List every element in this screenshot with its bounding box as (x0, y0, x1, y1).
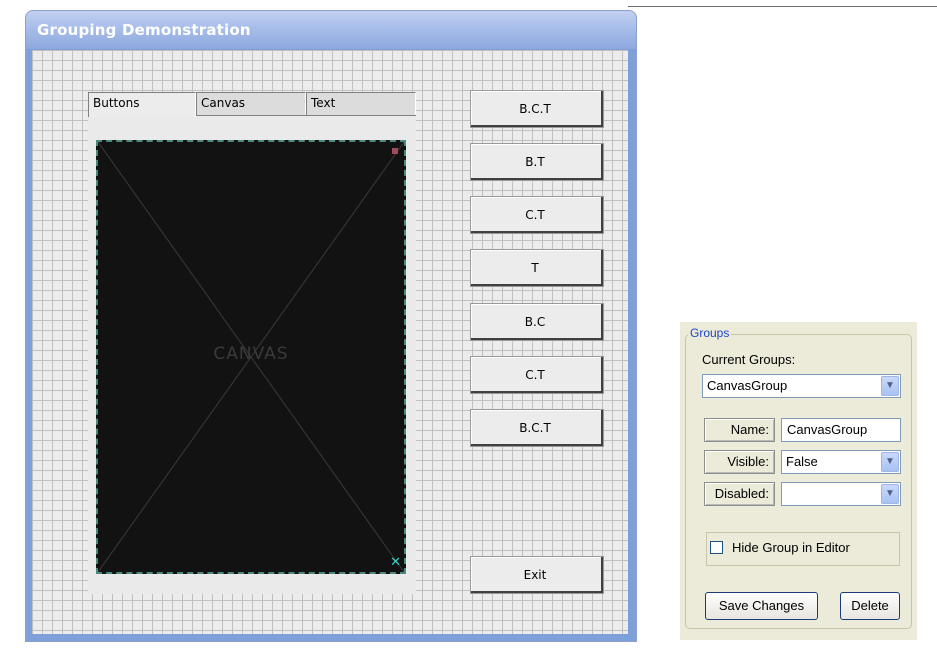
tab-label: Buttons (93, 96, 140, 110)
button-label: Exit (523, 568, 547, 582)
hide-group-box: Hide Group in Editor (706, 532, 900, 566)
disabled-label: Disabled: (704, 482, 775, 506)
button-label: B.C.T (519, 102, 551, 116)
tab-label: Canvas (201, 96, 246, 110)
title-bar[interactable]: Grouping Demonstration (26, 11, 636, 49)
canvas-placeholder[interactable]: CANVAS ✕ (96, 140, 406, 574)
button-label: B.T (525, 155, 545, 169)
groups-legend: Groups (688, 326, 732, 340)
button-bct-1[interactable]: B.C.T (470, 90, 604, 128)
button-bct-2[interactable]: B.C.T (470, 409, 604, 447)
visible-select[interactable]: False ▼ (781, 450, 901, 474)
name-input[interactable]: CanvasGroup (781, 418, 901, 442)
button-label: C.T (525, 368, 545, 382)
hide-group-label: Hide Group in Editor (732, 540, 850, 555)
disabled-select[interactable]: ▼ (781, 482, 901, 506)
delete-button[interactable]: Delete (840, 592, 900, 620)
close-icon[interactable]: ✕ (390, 556, 401, 569)
button-bt[interactable]: B.T (470, 143, 604, 181)
hide-group-checkbox[interactable] (710, 541, 723, 554)
chevron-down-icon[interactable]: ▼ (881, 376, 899, 396)
top-divider (628, 6, 937, 7)
tab-strip-divider (196, 115, 416, 116)
tab-label: Text (311, 96, 336, 110)
canvas-label: CANVAS (213, 344, 289, 364)
current-groups-label: Current Groups: (702, 352, 796, 367)
tab-canvas[interactable]: Canvas (196, 92, 306, 116)
current-groups-select[interactable]: CanvasGroup ▼ (702, 374, 901, 398)
button-t[interactable]: T (470, 249, 604, 287)
button-label: T (531, 261, 539, 275)
button-label: C.T (525, 208, 545, 222)
chevron-down-icon[interactable]: ▼ (881, 484, 899, 504)
button-ct-2[interactable]: C.T (470, 356, 604, 394)
save-changes-button[interactable]: Save Changes (705, 592, 818, 620)
groups-panel: Groups Current Groups: CanvasGroup ▼ Nam… (680, 322, 917, 640)
button-label: B.C (524, 315, 546, 329)
chevron-down-icon[interactable]: ▼ (881, 452, 899, 472)
tab-text[interactable]: Text (306, 92, 416, 116)
button-ct-1[interactable]: C.T (470, 196, 604, 234)
tab-panel: Buttons Canvas Text CANVAS ✕ (88, 92, 416, 594)
visible-value: False (786, 454, 818, 469)
window-title: Grouping Demonstration (37, 21, 251, 39)
visible-label: Visible: (704, 450, 775, 474)
button-label: B.C.T (519, 421, 551, 435)
exit-button[interactable]: Exit (470, 556, 604, 594)
button-bc[interactable]: B.C (470, 303, 604, 341)
name-label: Name: (704, 418, 775, 442)
current-groups-value: CanvasGroup (707, 378, 788, 393)
resize-handle[interactable] (392, 148, 398, 154)
tab-buttons[interactable]: Buttons (88, 92, 196, 117)
